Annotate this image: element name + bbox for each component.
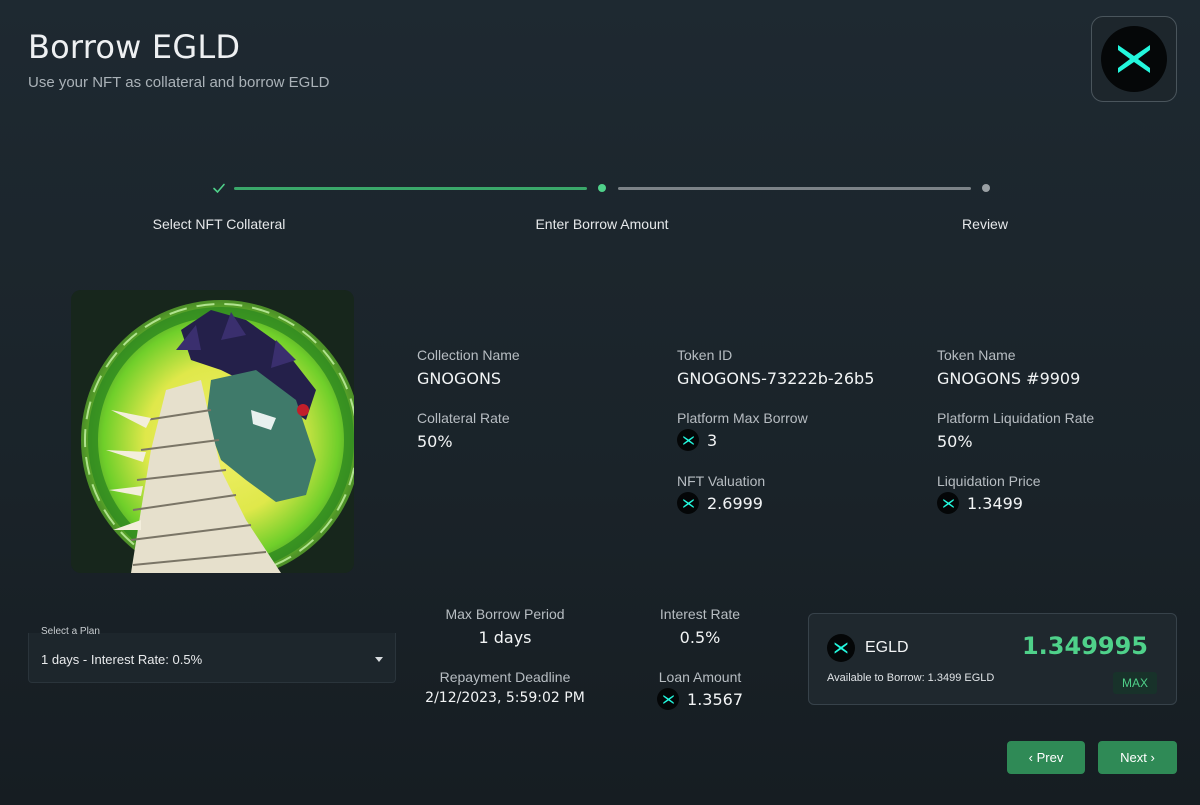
platform-max-borrow: 3 bbox=[677, 429, 717, 451]
liquidation-price-label: Liquidation Price bbox=[937, 473, 1041, 489]
step-label-select-nft: Select NFT Collateral bbox=[152, 216, 286, 232]
token-name-value: GNOGONS #9909 bbox=[937, 369, 1081, 388]
check-icon bbox=[213, 183, 225, 194]
loan-amount-value: 1.3567 bbox=[687, 689, 743, 709]
nft-valuation-value: 2.6999 bbox=[707, 493, 763, 513]
page-title: Borrow EGLD bbox=[28, 28, 241, 66]
platform-max-borrow-label: Platform Max Borrow bbox=[677, 410, 808, 426]
step-indicator-pending bbox=[982, 184, 990, 192]
max-borrow-period-label: Max Borrow Period bbox=[445, 606, 565, 622]
nft-image bbox=[71, 290, 354, 573]
token-name-label: Token Name bbox=[937, 347, 1016, 363]
max-button[interactable]: MAX bbox=[1113, 672, 1157, 694]
collateral-rate-label: Collateral Rate bbox=[417, 410, 510, 426]
borrow-token: EGLD bbox=[827, 634, 909, 662]
interest-rate-value: 0.5% bbox=[679, 628, 721, 647]
prev-button[interactable]: ‹ Prev bbox=[1007, 741, 1085, 774]
collection-name-label: Collection Name bbox=[417, 347, 520, 363]
borrow-token-label: EGLD bbox=[865, 639, 909, 656]
logo-badge bbox=[1091, 16, 1177, 102]
page-subtitle: Use your NFT as collateral and borrow EG… bbox=[28, 74, 330, 91]
borrow-amount-input[interactable]: 1.349995 bbox=[1022, 632, 1148, 660]
step-label-review: Review bbox=[962, 216, 1008, 232]
egld-icon bbox=[827, 634, 855, 662]
chevron-down-icon[interactable] bbox=[375, 657, 383, 662]
multiversx-logo-icon bbox=[1101, 26, 1167, 92]
token-id-value: GNOGONS-73222b-26b5 bbox=[677, 369, 875, 388]
platform-liquidation-rate-label: Platform Liquidation Rate bbox=[937, 410, 1095, 426]
liquidation-price-value: 1.3499 bbox=[967, 493, 1023, 513]
nft-valuation: 2.6999 bbox=[677, 492, 763, 514]
available-to-borrow: Available to Borrow: 1.3499 EGLD bbox=[827, 672, 995, 684]
repayment-deadline-value: 2/12/2023, 5:59:02 PM bbox=[425, 690, 585, 706]
plan-select-value[interactable]: 1 days - Interest Rate: 0.5% bbox=[41, 652, 202, 667]
repayment-deadline-label: Repayment Deadline bbox=[439, 669, 571, 685]
step-indicator-active bbox=[598, 184, 606, 192]
token-id-label: Token ID bbox=[677, 347, 733, 363]
egld-icon bbox=[657, 688, 680, 710]
interest-rate-label: Interest Rate bbox=[659, 606, 741, 622]
egld-icon bbox=[677, 492, 699, 514]
next-button[interactable]: Next › bbox=[1098, 741, 1177, 774]
egld-icon bbox=[677, 429, 699, 451]
step-connector-completed bbox=[234, 187, 587, 190]
collection-name-value: GNOGONS bbox=[417, 369, 502, 388]
plan-select-legend: Select a Plan bbox=[41, 626, 100, 637]
egld-icon bbox=[937, 492, 959, 514]
collateral-rate-value: 50% bbox=[417, 432, 453, 451]
step-label-enter-amount: Enter Borrow Amount bbox=[535, 216, 669, 232]
liquidation-price: 1.3499 bbox=[937, 492, 1023, 514]
nft-valuation-label: NFT Valuation bbox=[677, 473, 766, 489]
platform-liquidation-rate-value: 50% bbox=[937, 432, 973, 451]
platform-max-borrow-value: 3 bbox=[707, 430, 718, 450]
loan-amount-label: Loan Amount bbox=[658, 669, 742, 685]
max-borrow-period-value: 1 days bbox=[478, 628, 532, 647]
loan-amount: 1.3567 bbox=[657, 688, 743, 710]
step-connector-pending bbox=[618, 187, 971, 190]
